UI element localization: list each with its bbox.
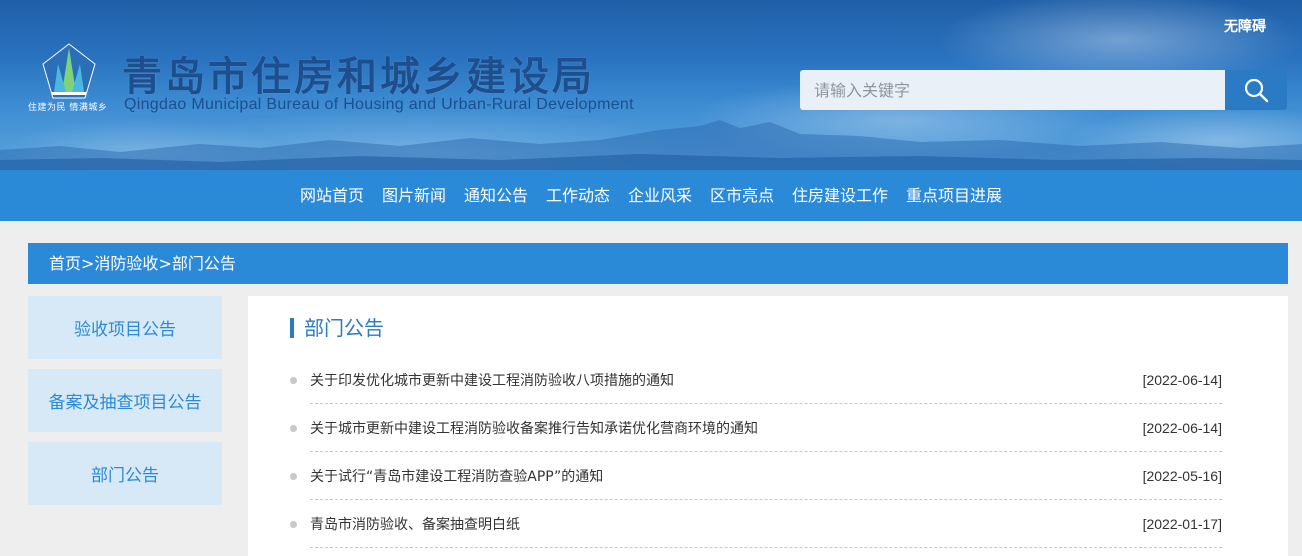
bullet-icon	[290, 425, 297, 432]
list-item-date: [2022-06-14]	[1142, 419, 1222, 436]
site-header: 无障碍 住建为民 情满城乡 青岛市住房和城乡建设局 Qingdao Munici…	[0, 0, 1302, 170]
sidebar-item-acceptance-projects[interactable]: 验收项目公告	[28, 296, 222, 359]
list-item-title[interactable]: 关于城市更新中建设工程消防验收备案推行告知承诺优化营商环境的通知	[310, 418, 758, 438]
main-panel: 部门公告 关于印发优化城市更新中建设工程消防验收八项措施的通知 [2022-06…	[248, 296, 1288, 556]
sidebar-item-filing-inspection[interactable]: 备案及抽查项目公告	[28, 369, 222, 432]
sidebar-item-department-notices[interactable]: 部门公告	[28, 442, 222, 505]
breadcrumb-separator: >	[158, 254, 172, 273]
breadcrumb-separator: >	[81, 254, 95, 273]
accessibility-link[interactable]: 无障碍	[1224, 16, 1266, 36]
main-nav: 网站首页 图片新闻 通知公告 工作动态 企业风采 区市亮点 住房建设工作 重点项…	[0, 170, 1302, 221]
bullet-icon	[290, 473, 297, 480]
breadcrumb-home[interactable]: 首页	[49, 254, 81, 273]
breadcrumb-section[interactable]: 消防验收	[94, 254, 158, 273]
list-item-title[interactable]: 青岛市消防验收、备案抽查明白纸	[310, 514, 520, 534]
list-item-title[interactable]: 关于试行“青岛市建设工程消防查验APP”的通知	[310, 466, 603, 486]
list-item-date: [2022-05-16]	[1142, 467, 1222, 484]
list-item[interactable]: 关于印发优化城市更新中建设工程消防验收八项措施的通知 [2022-06-14]	[290, 356, 1222, 404]
sidebar: 验收项目公告 备案及抽查项目公告 部门公告	[28, 296, 222, 515]
site-title: 青岛市住房和城乡建设局	[122, 54, 595, 100]
list-item[interactable]: 青岛市消防验收、备案抽查明白纸 [2022-01-17]	[290, 500, 1222, 548]
nav-item-key-projects[interactable]: 重点项目进展	[897, 170, 1011, 221]
bureau-logo-icon	[42, 43, 96, 99]
search-button[interactable]	[1225, 70, 1287, 110]
page-title: 部门公告	[304, 316, 384, 340]
list-item-title[interactable]: 关于印发优化城市更新中建设工程消防验收八项措施的通知	[310, 370, 674, 390]
bullet-icon	[290, 377, 297, 384]
nav-item-work-news[interactable]: 工作动态	[537, 170, 619, 221]
nav-item-home[interactable]: 网站首页	[291, 170, 373, 221]
breadcrumb-current[interactable]: 部门公告	[172, 254, 236, 273]
nav-item-photo-news[interactable]: 图片新闻	[373, 170, 455, 221]
list-item[interactable]: 关于试行“青岛市建设工程消防查验APP”的通知 [2022-05-16]	[290, 452, 1222, 500]
breadcrumb: 首页>消防验收>部门公告	[28, 243, 1288, 284]
logo-slogan: 住建为民 情满城乡	[28, 103, 108, 113]
nav-item-district-highlights[interactable]: 区市亮点	[701, 170, 783, 221]
news-list: 关于印发优化城市更新中建设工程消防验收八项措施的通知 [2022-06-14] …	[286, 356, 1222, 548]
list-item-date: [2022-01-17]	[1142, 515, 1222, 532]
search-input[interactable]	[800, 70, 1225, 110]
nav-item-notices[interactable]: 通知公告	[455, 170, 537, 221]
nav-item-housing-work[interactable]: 住房建设工作	[783, 170, 897, 221]
bullet-icon	[290, 521, 297, 528]
list-item-date: [2022-06-14]	[1142, 371, 1222, 388]
search-icon	[1244, 78, 1269, 103]
site-subtitle: Qingdao Municipal Bureau of Housing and …	[124, 96, 634, 113]
list-item[interactable]: 关于城市更新中建设工程消防验收备案推行告知承诺优化营商环境的通知 [2022-0…	[290, 404, 1222, 452]
nav-item-enterprise[interactable]: 企业风采	[619, 170, 701, 221]
